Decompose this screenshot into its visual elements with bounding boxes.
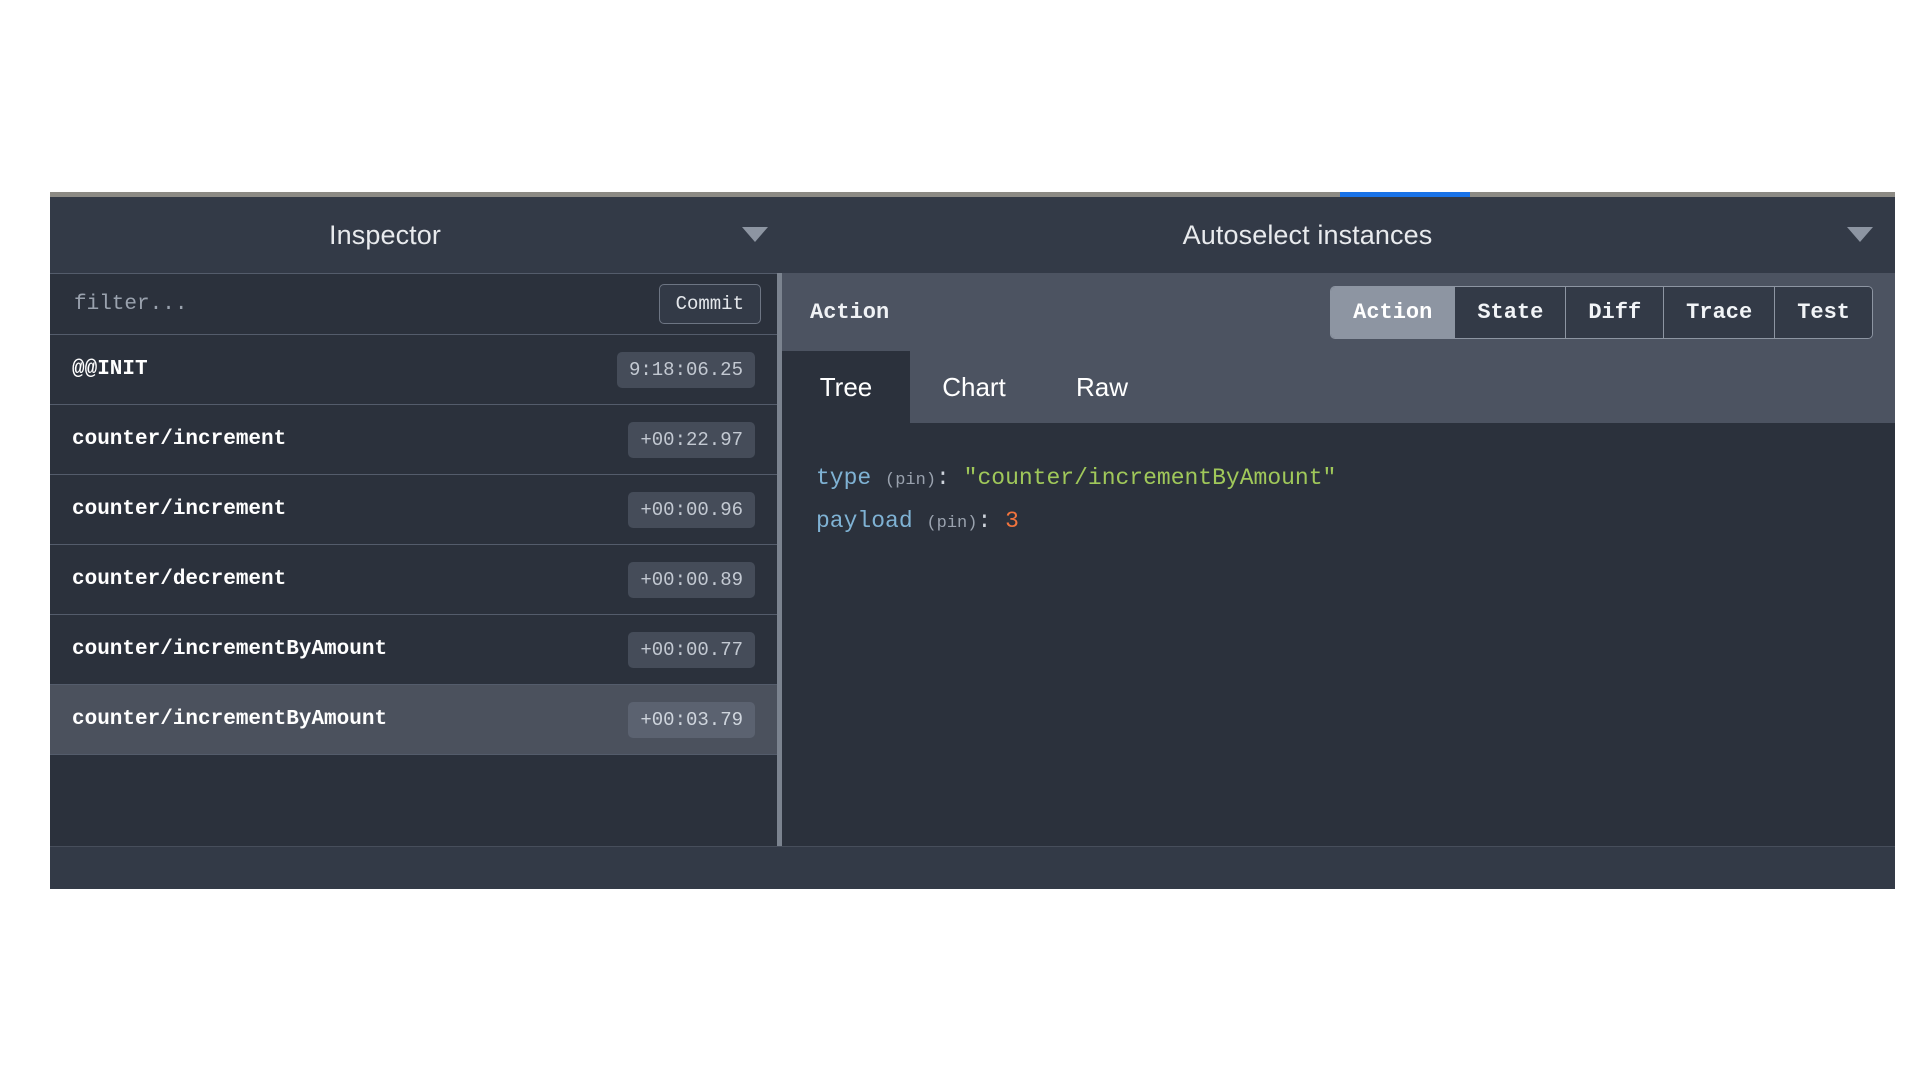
instances-title: Autoselect instances <box>1182 219 1433 250</box>
instances-dropdown-button[interactable] <box>1825 227 1895 243</box>
tree-node-pin-label[interactable]: (pin) <box>885 471 936 490</box>
redux-devtools-window: Inspector Autoselect instances Commit <box>50 192 1895 889</box>
action-item-name: counter/incrementByAmount <box>72 638 388 661</box>
action-list-item[interactable]: counter/increment +00:22.97 <box>50 405 777 475</box>
subtab-raw[interactable]: Raw <box>1038 351 1166 423</box>
action-item-timestamp: 9:18:06.25 <box>616 351 755 388</box>
action-list-item[interactable]: @@INIT 9:18:06.25 <box>50 335 777 405</box>
chevron-down-icon <box>1847 227 1873 243</box>
monitor-tab-trace[interactable]: Trace <box>1664 286 1776 338</box>
filter-toolbar: Commit <box>50 273 777 335</box>
inspector-header-segment: Inspector <box>50 197 790 273</box>
tree-node[interactable]: type (pin): "counter/incrementByAmount" <box>816 457 1895 500</box>
action-item-name: counter/incrementByAmount <box>72 708 388 731</box>
tree-node-value: 3 <box>1005 507 1019 534</box>
monitor-tab-action[interactable]: Action <box>1331 286 1456 338</box>
filter-input[interactable] <box>72 291 659 317</box>
action-list: @@INIT 9:18:06.25 counter/increment +00:22.… <box>50 335 777 846</box>
tree-node[interactable]: payload (pin): 3 <box>816 500 1895 543</box>
subtab-chart[interactable]: Chart <box>910 351 1038 423</box>
monitor-tab-state[interactable]: State <box>1455 286 1567 338</box>
commit-button[interactable]: Commit <box>658 284 761 324</box>
monitor-tab-diff[interactable]: Diff <box>1566 286 1665 338</box>
monitor-tab-test[interactable]: Test <box>1775 286 1872 338</box>
action-item-name: counter/increment <box>72 498 287 521</box>
tree-node-separator: : <box>936 465 950 491</box>
monitor-header: Action Action State Diff Trace Test <box>782 273 1895 351</box>
window-header: Inspector Autoselect instances <box>50 197 1895 273</box>
subtab-tree[interactable]: Tree <box>782 351 910 423</box>
tree-node-key: payload <box>816 507 913 534</box>
monitor-section-label: Action <box>810 299 890 325</box>
action-list-item[interactable]: counter/incrementByAmount +00:00.77 <box>50 615 777 685</box>
action-list-item[interactable]: counter/decrement +00:00.89 <box>50 545 777 615</box>
instances-header-segment: Autoselect instances <box>790 197 1895 273</box>
chevron-down-icon <box>742 227 768 243</box>
window-body: Commit @@INIT 9:18:06.25 counter/increment… <box>50 273 1895 846</box>
window-footer <box>50 846 1895 889</box>
action-item-name: counter/increment <box>72 428 287 451</box>
action-item-name: counter/decrement <box>72 568 287 591</box>
tree-node-value: "counter/incrementByAmount" <box>963 465 1337 491</box>
tree-node-pin-label[interactable]: (pin) <box>926 514 977 533</box>
monitor-tab-group: Action State Diff Trace Test <box>1330 285 1873 339</box>
action-item-timestamp: +00:00.89 <box>628 561 755 598</box>
action-list-item[interactable]: counter/increment +00:00.96 <box>50 475 777 545</box>
tree-node-key: type <box>816 465 872 491</box>
action-item-timestamp: +00:00.96 <box>628 491 755 528</box>
action-tree-view: type (pin): "counter/incrementByAmount" p… <box>782 423 1895 846</box>
inspector-title: Inspector <box>329 219 441 250</box>
action-item-name: @@INIT <box>72 358 148 381</box>
tree-node-separator: : <box>977 507 992 534</box>
inspector-dropdown-button[interactable] <box>720 227 790 243</box>
monitor-pane: Action Action State Diff Trace Test Tree Char… <box>782 273 1895 846</box>
action-item-timestamp: +00:22.97 <box>628 421 755 458</box>
action-list-item[interactable]: counter/incrementByAmount +00:03.79 <box>50 685 777 755</box>
action-item-timestamp: +00:03.79 <box>628 701 755 738</box>
action-list-pane: Commit @@INIT 9:18:06.25 counter/increment… <box>50 273 777 846</box>
action-item-timestamp: +00:00.77 <box>628 631 755 668</box>
monitor-subtab-bar: Tree Chart Raw <box>782 351 1895 423</box>
